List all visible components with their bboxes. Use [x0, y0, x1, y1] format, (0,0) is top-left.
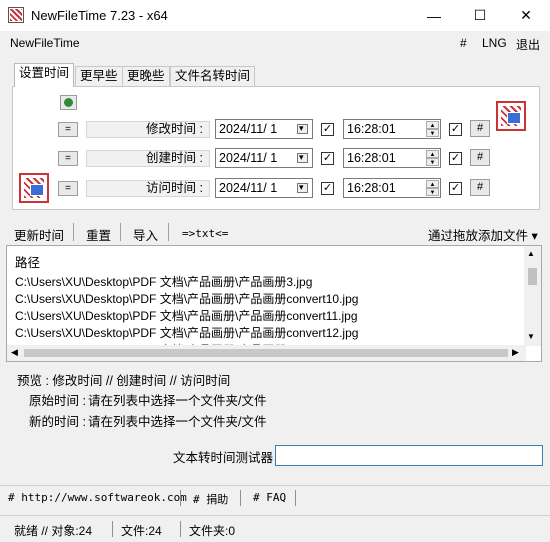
original-time-label: 原始时间 : — [29, 394, 86, 408]
file-list[interactable]: 路径 C:\Users\XU\Desktop\PDF 文档\产品画册\产品画册3… — [6, 245, 542, 362]
modify-time-label: 修改时间 : — [86, 121, 210, 138]
reset-button[interactable]: 重置 — [86, 225, 111, 244]
status-folders: 文件夹:0 — [189, 524, 236, 538]
access-equal-button[interactable]: = — [58, 181, 78, 196]
modify-hash-button[interactable]: # — [470, 120, 490, 137]
list-item[interactable]: C:\Users\XU\Desktop\PDF 文档\产品画册\产品画册conv… — [15, 324, 358, 341]
toolbar-separator — [120, 223, 121, 241]
menu-exit[interactable]: 退出 — [516, 36, 540, 53]
divider — [180, 521, 181, 537]
divider — [295, 490, 296, 506]
chevron-down-icon[interactable]: ▾ — [299, 152, 304, 163]
toolbar-separator — [73, 223, 74, 241]
original-time-value: 请在列表中选择一个文件夹/文件 — [88, 394, 267, 408]
close-button[interactable]: ✕ — [503, 0, 549, 31]
refresh-icon[interactable] — [60, 95, 77, 110]
list-item[interactable]: C:\Users\XU\Desktop\PDF 文档\产品画册\产品画册3.jp… — [15, 273, 312, 290]
create-time-checkbox[interactable]: ✓ — [449, 152, 462, 165]
website-link[interactable]: # http://www.softwareok.com — [8, 491, 187, 504]
path-column-header[interactable]: 路径 — [15, 252, 40, 271]
export-txt-button[interactable]: =>txt<= — [182, 227, 228, 240]
divider — [112, 521, 113, 537]
scroll-down-icon[interactable]: ▼ — [527, 332, 535, 341]
divider — [0, 515, 550, 516]
toolbar-separator — [168, 223, 169, 241]
modify-time-value: 16:28:01 — [347, 122, 396, 136]
scrollbar-thumb[interactable] — [24, 349, 508, 357]
access-date-value: 2024/11/ 1 — [219, 181, 278, 195]
app-icon — [8, 7, 24, 23]
create-time-spinner[interactable]: ▲ ▼ — [426, 150, 439, 166]
access-time-label: 访问时间 : — [86, 180, 210, 197]
scrollbar-thumb[interactable] — [528, 268, 537, 285]
drag-target-icon[interactable] — [496, 101, 526, 131]
import-button[interactable]: 导入 — [133, 225, 158, 244]
access-date-checkbox[interactable]: ✓ — [321, 182, 334, 195]
preview-header: 预览 : 修改时间 // 创建时间 // 访问时间 — [17, 374, 231, 388]
create-date-value: 2024/11/ 1 — [219, 151, 278, 165]
modify-time-spinner[interactable]: ▲ ▼ — [426, 121, 439, 137]
tab-filename-to-time[interactable]: 文件名转时间 — [170, 66, 256, 86]
menu-bar — [0, 31, 550, 56]
access-hash-button[interactable]: # — [470, 179, 490, 196]
create-equal-button[interactable]: = — [58, 151, 78, 166]
create-time-label: 创建时间 : — [86, 150, 210, 167]
modify-date-value: 2024/11/ 1 — [219, 122, 278, 136]
chevron-down-icon[interactable]: ▾ — [299, 182, 304, 193]
new-time-value: 请在列表中选择一个文件夹/文件 — [88, 415, 267, 429]
create-time-input[interactable]: 16:28:01 ▲ ▼ — [343, 148, 441, 168]
tab-earlier[interactable]: 更早些 — [75, 66, 123, 86]
modify-time-checkbox[interactable]: ✓ — [449, 123, 462, 136]
update-time-button[interactable]: 更新时间 — [14, 225, 64, 244]
tab-later[interactable]: 更晚些 — [122, 66, 170, 86]
list-item[interactable]: C:\Users\XU\Desktop\PDF 文档\产品画册\产品画册conv… — [15, 290, 358, 307]
donate-link[interactable]: # 捐助 — [193, 491, 228, 507]
maximize-button[interactable]: ☐ — [457, 0, 503, 31]
chevron-down-icon[interactable]: ▾ — [299, 123, 304, 134]
access-time-value: 16:28:01 — [347, 181, 396, 195]
add-by-drag-dropdown[interactable]: 通过拖放添加文件 ▾ — [428, 225, 538, 244]
modify-date-checkbox[interactable]: ✓ — [321, 123, 334, 136]
menu-language[interactable]: LNG — [482, 36, 507, 50]
minimize-button[interactable]: — — [411, 0, 457, 31]
create-date-checkbox[interactable]: ✓ — [321, 152, 334, 165]
access-time-checkbox[interactable]: ✓ — [449, 182, 462, 195]
divider — [240, 490, 241, 506]
tab-set-time[interactable]: 设置时间 — [14, 63, 75, 87]
status-ready: 就绪 // 对象:24 — [14, 524, 93, 538]
create-time-value: 16:28:01 — [347, 151, 396, 165]
menu-hash[interactable]: # — [460, 36, 467, 50]
modify-time-input[interactable]: 16:28:01 ▲ ▼ — [343, 119, 441, 139]
drag-source-icon[interactable] — [19, 173, 49, 203]
status-files: 文件:24 — [121, 524, 162, 538]
window-title: NewFileTime 7.23 - x64 — [31, 8, 168, 23]
vertical-scrollbar[interactable]: ▲ ▼ — [524, 246, 541, 346]
modify-equal-button[interactable]: = — [58, 122, 78, 137]
create-hash-button[interactable]: # — [470, 149, 490, 166]
access-time-spinner[interactable]: ▲ ▼ — [426, 180, 439, 196]
access-time-input[interactable]: 16:28:01 ▲ ▼ — [343, 178, 441, 198]
text-to-time-tester-label: 文本转时间测试器 — [173, 451, 274, 465]
faq-link[interactable]: # FAQ — [253, 491, 286, 504]
divider — [0, 485, 550, 486]
horizontal-scrollbar[interactable]: ◀ ▶ — [7, 345, 526, 361]
list-item[interactable]: C:\Users\XU\Desktop\PDF 文档\产品画册\产品画册conv… — [15, 307, 358, 324]
scroll-left-icon[interactable]: ◀ — [11, 347, 18, 358]
text-to-time-tester-input[interactable] — [275, 445, 543, 466]
new-time-label: 新的时间 : — [29, 415, 86, 429]
scroll-up-icon[interactable]: ▲ — [527, 249, 535, 258]
scroll-right-icon[interactable]: ▶ — [512, 347, 519, 358]
app-name-label: NewFileTime — [10, 36, 80, 50]
divider — [180, 490, 181, 506]
